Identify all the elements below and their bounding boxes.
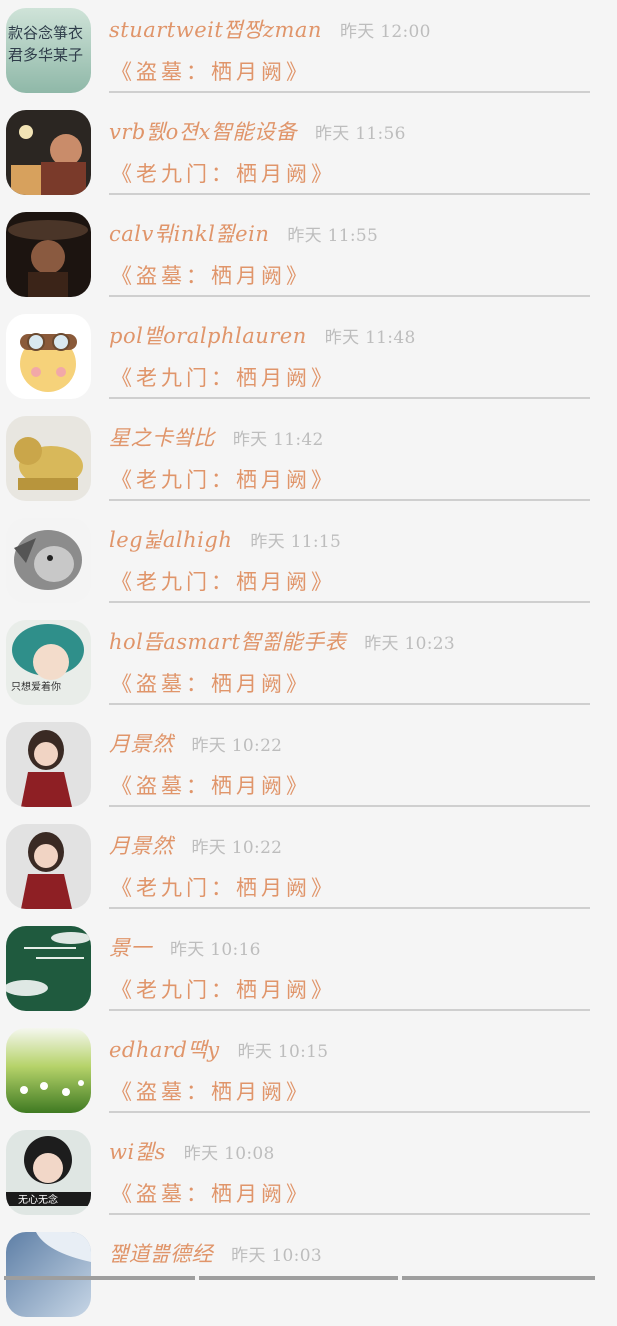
svg-text:款谷念箏衣: 款谷念箏衣 <box>8 24 83 42</box>
tab-indicator[interactable] <box>199 1276 398 1280</box>
divider <box>109 1213 590 1215</box>
timestamp: 昨天 11:55 <box>287 226 379 246</box>
divider <box>109 907 590 909</box>
list-item[interactable]: 星之卡쐌比 昨天 11:42 《老九门：栖月阙》 <box>0 408 617 510</box>
sender-name[interactable]: pol뱉oralphlauren <box>109 320 307 350</box>
daisy-field-avatar[interactable] <box>6 1028 91 1113</box>
timestamp: 昨天 10:16 <box>170 940 261 960</box>
divider <box>109 193 590 195</box>
message-title[interactable]: 《老九门：栖月阙》 <box>111 464 336 494</box>
sender-name[interactable]: leg뉥alhigh <box>109 524 232 554</box>
sender-name[interactable]: 쨅道쁢德经 <box>109 1238 213 1268</box>
list-item[interactable]: 款谷念箏衣 君多华某子 stuartweit쩝짱zman 昨天 12:00 《盗… <box>0 0 617 102</box>
list-item[interactable]: 景一 昨天 10:16 《老九门：栖月阙》 <box>0 918 617 1020</box>
message-title[interactable]: 《盗墓：栖月阙》 <box>111 668 311 698</box>
avatar-caption: 只想爱着你 <box>11 680 61 693</box>
golden-lion-avatar[interactable] <box>6 416 91 501</box>
divider <box>109 499 590 501</box>
message-title[interactable]: 《盗墓：栖月阙》 <box>111 1076 311 1106</box>
timestamp: 昨天 12:00 <box>339 22 431 42</box>
message-title[interactable]: 《盗墓：栖月阙》 <box>111 1178 311 1208</box>
sender-name[interactable]: 星之卡쐌比 <box>109 422 215 452</box>
divider <box>109 91 590 93</box>
timestamp: 昨天 10:08 <box>183 1144 275 1164</box>
dark-portrait-avatar[interactable] <box>6 212 91 297</box>
timestamp: 昨天 10:15 <box>237 1042 329 1062</box>
divider <box>109 805 590 807</box>
message-list: 款谷念箏衣 君多华某子 stuartweit쩝짱zman 昨天 12:00 《盗… <box>0 0 617 1326</box>
list-item[interactable]: vrb뛠o젼x智能设备 昨天 11:56 《老九门：栖月阙》 <box>0 102 617 204</box>
sender-name[interactable]: stuartweit쩝짱zman <box>109 14 322 44</box>
svg-text:君多华某子: 君多华某子 <box>8 46 83 64</box>
calligraphy-avatar[interactable]: 款谷念箏衣 君多华某子 <box>6 8 91 93</box>
timestamp: 昨天 10:22 <box>191 838 283 858</box>
list-item[interactable]: 月景然 昨天 10:22 《老九门：栖月阙》 <box>0 816 617 918</box>
avatar-caption: 无心无念 <box>18 1193 58 1206</box>
sender-name[interactable]: calv뮊inkl쬞ein <box>109 218 269 248</box>
list-item[interactable]: leg뉥alhigh 昨天 11:15 《老九门：栖月阙》 <box>0 510 617 612</box>
cartoon-pilot-avatar[interactable] <box>6 314 91 399</box>
bottom-tab-indicators <box>0 1274 617 1280</box>
list-item[interactable]: 无心无念 wi켍s 昨天 10:08 《盗墓：栖月阙》 <box>0 1122 617 1224</box>
girl-portrait-avatar[interactable]: 无心无念 <box>6 1130 91 1215</box>
tab-indicator[interactable] <box>4 1276 195 1280</box>
divider <box>109 1111 590 1113</box>
sender-name[interactable]: vrb뛠o젼x智能设备 <box>109 116 297 146</box>
message-title[interactable]: 《盗墓：栖月阙》 <box>111 770 311 800</box>
sender-name[interactable]: edhard땍y <box>109 1034 220 1064</box>
message-title[interactable]: 《盗墓：栖月阙》 <box>111 260 311 290</box>
message-title[interactable]: 《老九门：栖月阙》 <box>111 566 336 596</box>
lion-sketch-avatar[interactable] <box>6 518 91 603</box>
divider <box>109 601 590 603</box>
timestamp: 昨天 10:03 <box>231 1246 322 1266</box>
woman-red-dress-avatar[interactable] <box>6 824 91 909</box>
sender-name[interactable]: hol뜹asmart智쬚能手表 <box>109 626 346 656</box>
message-title[interactable]: 《盗墓：栖月阙》 <box>111 56 311 86</box>
message-title[interactable]: 《老九门：栖月阙》 <box>111 362 336 392</box>
timestamp: 昨天 11:42 <box>232 430 324 450</box>
list-item[interactable]: calv뮊inkl쬞ein 昨天 11:55 《盗墓：栖月阙》 <box>0 204 617 306</box>
list-item[interactable]: pol뱉oralphlauren 昨天 11:48 《老九门：栖月阙》 <box>0 306 617 408</box>
divider <box>109 397 590 399</box>
message-title[interactable]: 《老九门：栖月阙》 <box>111 974 336 1004</box>
message-title[interactable]: 《老九门：栖月阙》 <box>111 158 336 188</box>
green-landscape-avatar[interactable] <box>6 926 91 1011</box>
list-item[interactable]: 月景然 昨天 10:22 《盗墓：栖月阙》 <box>0 714 617 816</box>
sender-name[interactable]: 月景然 <box>109 728 174 758</box>
list-item[interactable]: 只想爱着你 hol뜹asmart智쬚能手表 昨天 10:23 《盗墓：栖月阙》 <box>0 612 617 714</box>
timestamp: 昨天 11:56 <box>314 124 406 144</box>
timestamp: 昨天 11:15 <box>250 532 342 552</box>
divider <box>109 1009 590 1011</box>
sender-name[interactable]: 月景然 <box>109 830 174 860</box>
timestamp: 昨天 10:22 <box>191 736 283 756</box>
timestamp: 昨天 10:23 <box>364 634 456 654</box>
tab-indicator[interactable] <box>402 1276 595 1280</box>
sender-name[interactable]: wi켍s <box>109 1136 166 1166</box>
divider <box>109 703 590 705</box>
message-title[interactable]: 《老九门：栖月阙》 <box>111 872 336 902</box>
teal-hair-girl-avatar[interactable]: 只想爱着你 <box>6 620 91 705</box>
divider <box>109 295 590 297</box>
list-item[interactable]: edhard땍y 昨天 10:15 《盗墓：栖月阙》 <box>0 1020 617 1122</box>
sender-name[interactable]: 景一 <box>109 932 152 962</box>
timestamp: 昨天 11:48 <box>324 328 416 348</box>
woman-red-dress-avatar[interactable] <box>6 722 91 807</box>
night-figure-avatar[interactable] <box>6 110 91 195</box>
